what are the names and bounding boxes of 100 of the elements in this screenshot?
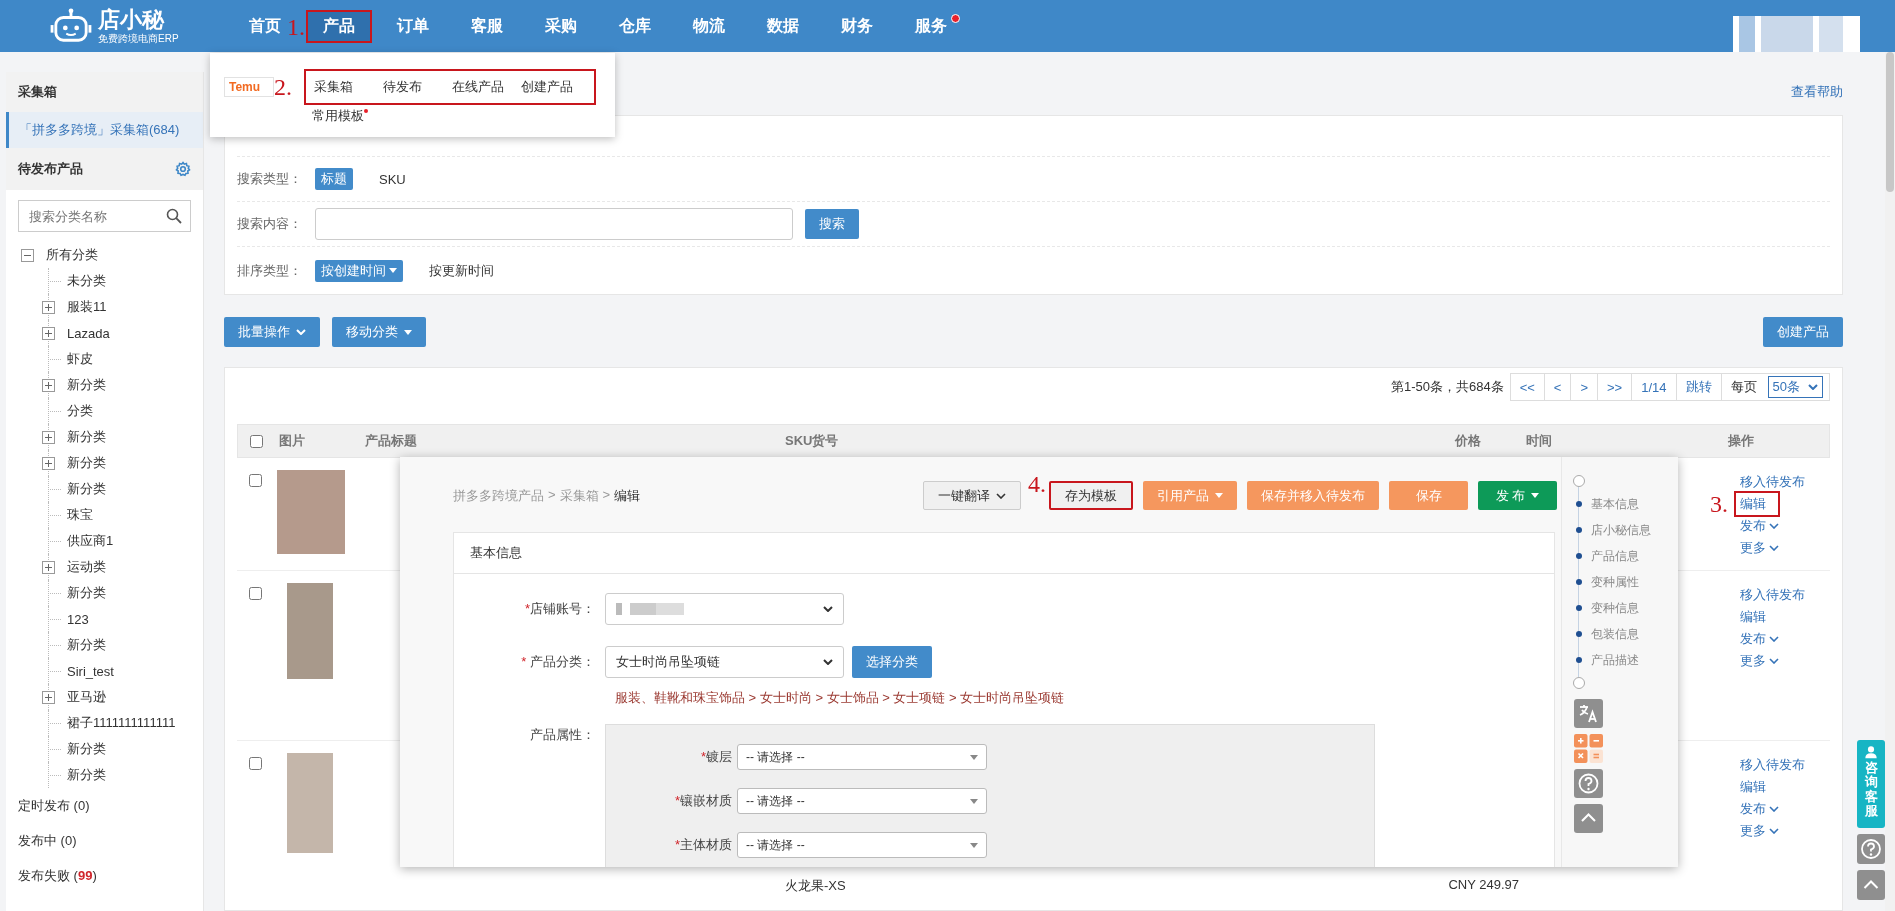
expand-icon[interactable] bbox=[42, 430, 55, 444]
caret-down-icon[interactable] bbox=[970, 798, 978, 804]
section-nav-link[interactable]: 基本信息 bbox=[1590, 495, 1639, 513]
tree-item[interactable]: 分类 bbox=[67, 402, 93, 420]
row-checkbox[interactable] bbox=[248, 474, 262, 487]
tree-item[interactable]: 新分类 bbox=[67, 376, 106, 394]
expand-icon[interactable] bbox=[42, 456, 55, 470]
breadcrumb-link[interactable]: 编辑 bbox=[614, 486, 641, 505]
select-all-checkbox[interactable] bbox=[249, 434, 263, 448]
select-field[interactable] bbox=[605, 593, 844, 625]
collapse-icon[interactable] bbox=[21, 248, 34, 262]
filter-option[interactable]: SKU bbox=[373, 169, 412, 189]
tree-item[interactable]: 新分类 bbox=[67, 480, 106, 498]
row-checkbox[interactable] bbox=[248, 757, 262, 770]
section-nav-link[interactable]: 包装信息 bbox=[1590, 625, 1639, 643]
menu-item[interactable]: 常用模板 bbox=[304, 107, 373, 125]
expand-icon[interactable] bbox=[42, 326, 55, 340]
menu-item[interactable]: 采集箱 bbox=[306, 78, 375, 96]
settings-icon[interactable] bbox=[175, 161, 191, 177]
tree-item[interactable]: 新分类 bbox=[67, 428, 106, 446]
search-icon[interactable] bbox=[166, 208, 182, 224]
tree-item[interactable]: 供应商1 bbox=[67, 532, 114, 550]
dropdown-button[interactable]: 批量操作 bbox=[224, 317, 320, 347]
tree-item[interactable]: 珠宝 bbox=[67, 506, 93, 524]
action-link[interactable]: 更多 bbox=[1740, 822, 1779, 840]
action-link[interactable]: 发布 bbox=[1740, 517, 1779, 535]
nav-tab[interactable]: 物流 bbox=[689, 9, 729, 43]
page-button[interactable]: >> bbox=[1598, 374, 1633, 400]
sidebar-item[interactable]: 「拼多多跨境」采集箱(684) bbox=[6, 112, 203, 148]
action-link[interactable]: 移入待发布 bbox=[1740, 756, 1805, 774]
calculator-icon[interactable] bbox=[1574, 734, 1603, 763]
menu-item[interactable]: 待发布 bbox=[375, 78, 444, 96]
caret-down-icon[interactable] bbox=[1531, 493, 1540, 498]
status-item[interactable]: 发布中 (0) bbox=[6, 823, 203, 858]
page-button[interactable]: > bbox=[1571, 374, 1599, 400]
caret-down-icon[interactable] bbox=[970, 842, 978, 848]
action-link[interactable]: 更多 bbox=[1740, 539, 1779, 557]
tree-item[interactable]: 服装11 bbox=[67, 298, 107, 316]
create-product-button[interactable]: 创建产品 bbox=[1763, 317, 1843, 347]
nav-tab[interactable]: 仓库 bbox=[615, 9, 655, 43]
nav-tab[interactable]: 客服 bbox=[467, 9, 507, 43]
search-button[interactable]: 搜索 bbox=[805, 209, 859, 239]
chevron-down-icon[interactable] bbox=[823, 659, 833, 665]
tree-item[interactable]: 虾皮 bbox=[67, 350, 93, 368]
section-nav-link[interactable]: 变种信息 bbox=[1590, 599, 1639, 617]
tree-item[interactable]: 亚马逊 bbox=[67, 688, 106, 706]
breadcrumb-link[interactable]: 采集箱 bbox=[559, 486, 599, 505]
dropdown-button[interactable]: 移动分类 bbox=[332, 317, 426, 347]
nav-tab[interactable]: 订单 bbox=[393, 9, 433, 43]
toolbar-button[interactable]: 一键翻译 bbox=[923, 481, 1021, 510]
expand-icon[interactable] bbox=[42, 300, 55, 314]
section-nav-link[interactable]: 产品描述 bbox=[1590, 651, 1639, 669]
menu-item[interactable]: 在线产品 bbox=[444, 78, 513, 96]
per-page-select[interactable]: 50条 bbox=[1767, 376, 1823, 398]
help-link[interactable]: 查看帮助 bbox=[1791, 83, 1843, 101]
attribute-select[interactable]: -- 请选择 -- bbox=[737, 788, 987, 814]
tree-item[interactable]: Siri_test bbox=[67, 663, 114, 679]
tree-item[interactable]: 新分类 bbox=[67, 584, 106, 602]
section-nav-link[interactable]: 店小秘信息 bbox=[1590, 521, 1651, 539]
action-link[interactable]: 移入待发布 bbox=[1740, 473, 1805, 491]
section-nav-link[interactable]: 变种属性 bbox=[1590, 573, 1639, 591]
scroll-top-icon[interactable] bbox=[1857, 870, 1885, 900]
tree-item[interactable]: 所有分类 bbox=[46, 246, 98, 264]
tree-item[interactable]: Lazada bbox=[67, 325, 110, 341]
filter-option[interactable]: 按创建时间 bbox=[315, 259, 403, 282]
category-search-field[interactable]: 搜索分类名称 bbox=[18, 200, 191, 232]
jump-link[interactable]: 跳转 bbox=[1676, 374, 1722, 400]
expand-icon[interactable] bbox=[42, 378, 55, 392]
page-button[interactable]: << bbox=[1510, 374, 1545, 400]
chevron-down-icon[interactable] bbox=[996, 492, 1006, 499]
tree-item[interactable]: 新分类 bbox=[67, 454, 106, 472]
select-field[interactable]: 女士时尚吊坠项链 bbox=[605, 646, 844, 678]
toolbar-button[interactable]: 发 布 bbox=[1478, 481, 1557, 510]
choose-category-button[interactable]: 选择分类 bbox=[852, 646, 932, 678]
nav-tab[interactable]: 数据 bbox=[763, 9, 803, 43]
help-icon[interactable] bbox=[1857, 834, 1885, 864]
expand-icon[interactable] bbox=[42, 690, 55, 704]
breadcrumb-link[interactable]: 拼多多跨境产品 bbox=[453, 486, 544, 505]
action-link[interactable]: 编辑 bbox=[1740, 608, 1766, 626]
row-checkbox[interactable] bbox=[248, 587, 262, 600]
tree-item[interactable]: 运动类 bbox=[67, 558, 106, 576]
nav-tab[interactable]: 首页 bbox=[245, 9, 285, 43]
tree-item[interactable]: 新分类 bbox=[67, 766, 106, 784]
help-icon[interactable] bbox=[1574, 769, 1603, 798]
nav-tab[interactable]: 服务 bbox=[911, 9, 951, 43]
action-link[interactable]: 编辑 bbox=[1734, 491, 1780, 517]
toolbar-button[interactable]: 存为模板 bbox=[1049, 481, 1133, 510]
filter-option[interactable]: 标题 bbox=[315, 168, 353, 190]
chevron-down-icon[interactable] bbox=[823, 606, 833, 612]
section-nav-link[interactable]: 产品信息 bbox=[1590, 547, 1639, 565]
action-link[interactable]: 发布 bbox=[1740, 800, 1779, 818]
filter-option[interactable]: 按更新时间 bbox=[423, 259, 500, 282]
tree-item[interactable]: 裙子1111111111111 bbox=[67, 714, 176, 732]
action-link[interactable]: 移入待发布 bbox=[1740, 586, 1805, 604]
tree-item[interactable]: 未分类 bbox=[67, 272, 106, 290]
caret-down-icon[interactable] bbox=[404, 329, 412, 335]
translate-icon[interactable] bbox=[1574, 699, 1603, 728]
attribute-select[interactable]: -- 请选择 -- bbox=[737, 832, 987, 858]
attribute-select[interactable]: -- 请选择 -- bbox=[737, 744, 987, 770]
action-link[interactable]: 更多 bbox=[1740, 652, 1779, 670]
